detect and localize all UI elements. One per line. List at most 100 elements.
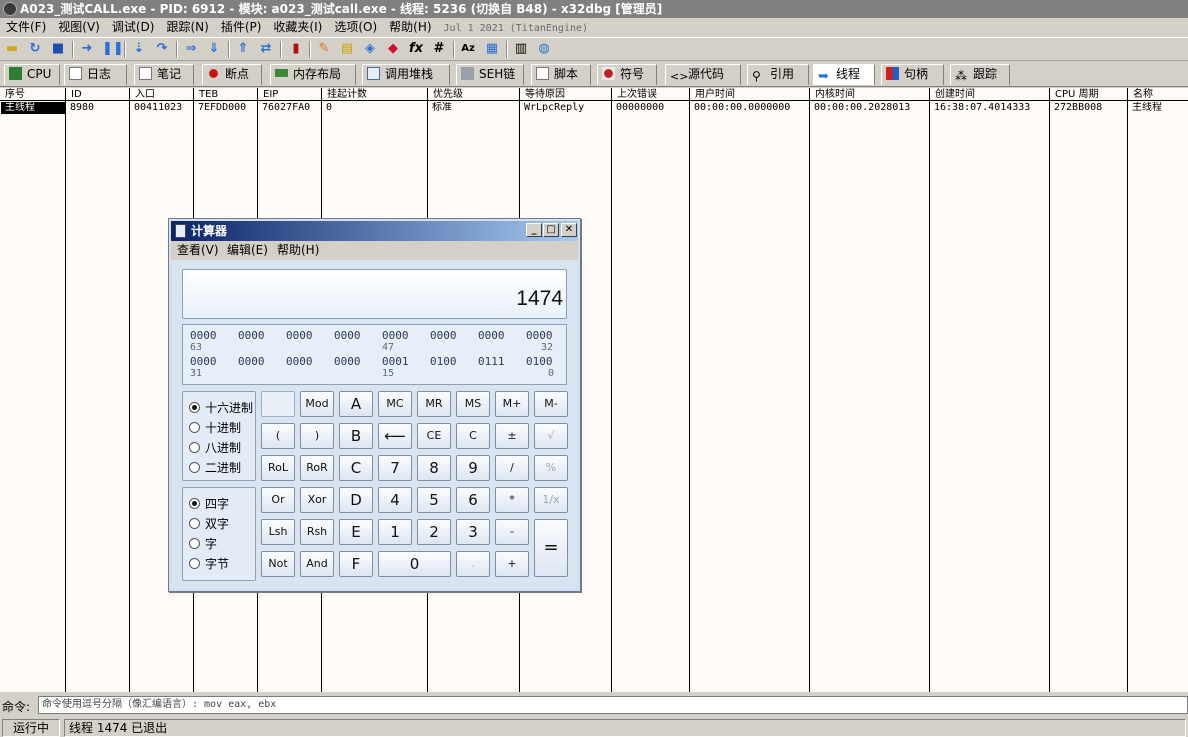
column-header[interactable]: 优先级 (427, 88, 520, 101)
run-icon[interactable]: ➜ (79, 41, 95, 57)
key-rol[interactable]: RoL (261, 455, 295, 481)
key-e[interactable]: E (339, 519, 373, 545)
key-2[interactable]: 2 (417, 519, 451, 545)
key-mod[interactable]: Mod (300, 391, 334, 417)
execute-till-return-icon[interactable]: ⇑ (235, 41, 251, 57)
references-icon[interactable]: ▦ (484, 41, 500, 57)
stop-icon[interactable]: ■ (50, 41, 66, 57)
bit-group[interactable]: 0100 (430, 355, 457, 368)
column-header[interactable]: 创建时间 (929, 88, 1050, 101)
variables-icon[interactable]: # (431, 41, 447, 57)
key-hex-c[interactable]: C (339, 455, 373, 481)
strings-icon[interactable]: Az (460, 41, 476, 57)
bit-group[interactable]: 0111 (478, 355, 505, 368)
key-6[interactable]: 6 (456, 487, 490, 513)
command-input[interactable]: 命令使用逗号分隔（像汇编语言）: mov eax, ebx (38, 696, 1188, 714)
column-header[interactable]: 等待原因 (519, 88, 612, 101)
radio-byte[interactable]: 字节 (189, 557, 229, 571)
column-header[interactable]: CPU 周期 (1049, 88, 1128, 101)
menu-trace[interactable]: 跟踪(N) (160, 18, 214, 37)
key-8[interactable]: 8 (417, 455, 451, 481)
key-equals[interactable]: = (534, 519, 568, 577)
calculator-icon[interactable]: ▥ (513, 41, 529, 57)
column-header[interactable]: 用户时间 (689, 88, 810, 101)
open-icon[interactable]: ▬ (4, 41, 20, 57)
radio-oct[interactable]: 八进制 (189, 441, 241, 455)
tab-call-stack[interactable]: 调用堆栈 (362, 64, 450, 85)
trace-over-icon[interactable]: ⇓ (206, 41, 222, 57)
calc-menu-edit[interactable]: 编辑(E) (227, 241, 268, 259)
globe-icon[interactable]: ◍ (536, 41, 552, 57)
key-f[interactable]: F (339, 551, 373, 577)
bit-group[interactable]: 0000 (430, 329, 457, 342)
key-7[interactable]: 7 (378, 455, 412, 481)
radio-bin[interactable]: 二进制 (189, 461, 241, 475)
tab-symbols[interactable]: 符号 (597, 64, 657, 85)
restart-icon[interactable]: ↻ (27, 41, 43, 57)
key-or[interactable]: Or (261, 487, 295, 513)
column-header[interactable]: 挂起计数 (321, 88, 428, 101)
calculator-title-bar[interactable]: 计算器 _ □ ✕ (171, 221, 578, 241)
bit-group[interactable]: 0000 (286, 355, 313, 368)
labels-icon[interactable]: ◈ (362, 41, 378, 57)
key-mc[interactable]: MC (378, 391, 412, 417)
column-header[interactable]: 入口 (129, 88, 194, 101)
key-rsh[interactable]: Rsh (300, 519, 334, 545)
menu-debug[interactable]: 调试(D) (106, 18, 161, 37)
menu-options[interactable]: 选项(O) (328, 18, 383, 37)
bit-group[interactable]: 0000 (190, 355, 217, 368)
key-ror[interactable]: RoR (300, 455, 334, 481)
tab-threads[interactable]: ➥ 线程 (813, 64, 875, 85)
pause-icon[interactable]: ❚❚ (102, 41, 124, 57)
step-into-icon[interactable]: ⇣ (131, 41, 147, 57)
close-button[interactable]: ✕ (561, 223, 577, 237)
bit-group[interactable]: 0000 (190, 329, 217, 342)
key-lsh[interactable]: Lsh (261, 519, 295, 545)
bit-group[interactable]: 0000 (382, 329, 409, 342)
bit-group[interactable]: 0100 (526, 355, 553, 368)
bit-group[interactable]: 0000 (478, 329, 505, 342)
run-to-user-code-icon[interactable]: ⇄ (258, 41, 274, 57)
key-9[interactable]: 9 (456, 455, 490, 481)
bit-group[interactable]: 0000 (286, 329, 313, 342)
key-3[interactable]: 3 (456, 519, 490, 545)
tab-script[interactable]: 脚本 (531, 64, 591, 85)
tab-references[interactable]: ⚲ 引用 (747, 64, 809, 85)
trace-into-icon[interactable]: ⇒ (183, 41, 199, 57)
bit-group[interactable]: 0000 (238, 329, 265, 342)
maximize-button[interactable]: □ (543, 223, 559, 237)
menu-file[interactable]: 文件(F) (0, 18, 52, 37)
key-xor[interactable]: Xor (300, 487, 334, 513)
column-header[interactable]: 内核时间 (809, 88, 930, 101)
tab-handles[interactable]: 句柄 (881, 64, 944, 85)
key-divide[interactable]: / (495, 455, 529, 481)
bookmarks-icon[interactable]: ◆ (385, 41, 401, 57)
key-add[interactable]: + (495, 551, 529, 577)
step-over-icon[interactable]: ↷ (154, 41, 170, 57)
patch-icon[interactable]: ✎ (316, 41, 332, 57)
tab-notes[interactable]: 笔记 (134, 64, 194, 85)
key-mr[interactable]: MR (417, 391, 451, 417)
key-ce[interactable]: CE (417, 423, 451, 449)
key-close-paren[interactable]: ) (300, 423, 334, 449)
functions-icon[interactable]: fx (408, 41, 424, 57)
tab-memory-map[interactable]: 内存布局 (270, 64, 356, 85)
menu-view[interactable]: 视图(V) (52, 18, 106, 37)
bit-group[interactable]: 0000 (334, 355, 361, 368)
key-open-paren[interactable]: ( (261, 423, 295, 449)
key-d[interactable]: D (339, 487, 373, 513)
bit-group[interactable]: 0001 (382, 355, 409, 368)
key-1[interactable]: 1 (378, 519, 412, 545)
column-header[interactable]: EIP (257, 88, 322, 101)
tab-log[interactable]: 日志 (64, 64, 127, 85)
tab-seh[interactable]: SEH链 (456, 64, 524, 85)
key-multiply[interactable]: * (495, 487, 529, 513)
column-header[interactable]: TEB (193, 88, 258, 101)
radio-dword[interactable]: 双字 (189, 517, 229, 531)
key-5[interactable]: 5 (417, 487, 451, 513)
tab-cpu[interactable]: CPU (4, 64, 60, 85)
radio-word[interactable]: 字 (189, 537, 217, 551)
bit-group[interactable]: 0000 (526, 329, 553, 342)
tab-breakpoints[interactable]: 断点 (202, 64, 262, 85)
comments-icon[interactable]: ▤ (339, 41, 355, 57)
